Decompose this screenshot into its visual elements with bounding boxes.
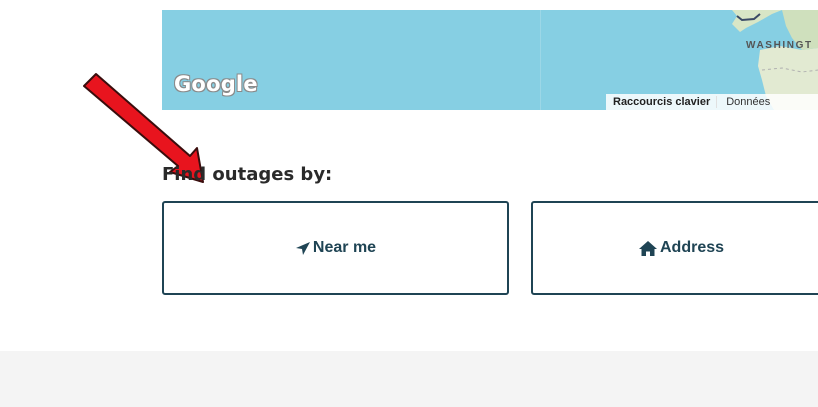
address-button[interactable]: Address xyxy=(531,201,818,295)
map-region-label: WASHINGT xyxy=(746,40,813,51)
footer-band xyxy=(0,351,818,407)
home-icon xyxy=(638,240,658,257)
keyboard-shortcuts-link[interactable]: Raccourcis clavier xyxy=(606,96,718,108)
map-attribution: Raccourcis clavier Données xyxy=(606,94,818,110)
map-data-link[interactable]: Données xyxy=(717,96,770,108)
near-me-label: Near me xyxy=(312,239,377,256)
find-outages-heading: Find outages by: xyxy=(162,164,333,185)
outage-map[interactable]: WASHINGT Google Raccourcis clavier Donné… xyxy=(162,10,818,110)
near-me-button[interactable]: Near me xyxy=(162,201,509,295)
page: WASHINGT Google Raccourcis clavier Donné… xyxy=(0,0,818,407)
location-arrow-icon xyxy=(295,241,311,256)
address-label: Address xyxy=(659,239,725,256)
map-tile-seam xyxy=(540,10,541,110)
